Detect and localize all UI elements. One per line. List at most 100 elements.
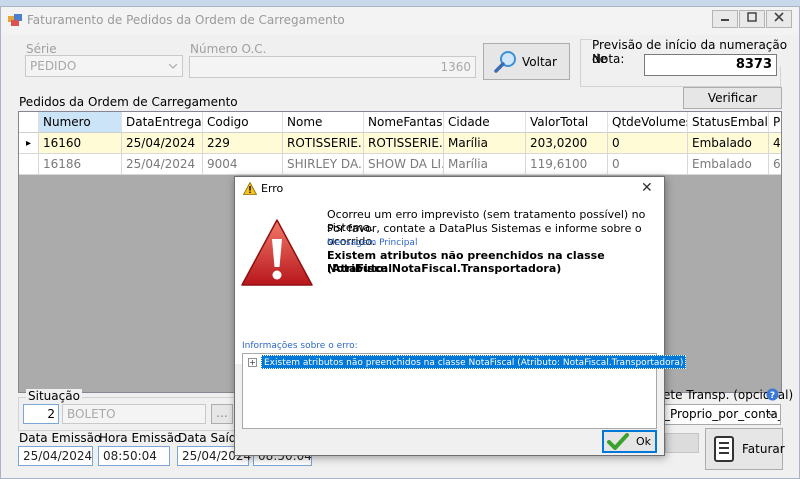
dialog-close-button[interactable]: ✕	[641, 180, 653, 196]
serie-value: PEDIDO	[30, 59, 77, 73]
app-icon	[8, 14, 22, 26]
grid-cell[interactable]: ROTISSERIE...	[283, 133, 364, 154]
transp-value: _Proprio_por_conta_F	[664, 407, 781, 421]
pedidos-label: Pedidos da Ordem de Carregamento	[19, 95, 238, 109]
situacao-code: 2	[47, 407, 55, 421]
svg-text:?: ?	[770, 391, 775, 401]
ok-button[interactable]: Ok	[602, 430, 657, 453]
grid-cell[interactable]: 203,0200	[526, 133, 608, 154]
grid-cell[interactable]: 16160	[39, 133, 122, 154]
close-button[interactable]	[766, 10, 792, 28]
hora-emissao-value: 08:50:04	[103, 449, 157, 463]
grid-cell[interactable]: Marília	[444, 154, 526, 175]
chevron-down-icon	[768, 412, 776, 417]
voltar-button[interactable]: Voltar	[483, 43, 570, 80]
grid-cell[interactable]: 16186	[39, 154, 122, 175]
grid-cell[interactable]: 25/04/2024	[122, 133, 203, 154]
situacao-label: Situação	[26, 389, 82, 403]
invoice-icon	[714, 436, 734, 462]
grid-cell[interactable]: Embalado	[688, 133, 769, 154]
maximize-button[interactable]	[739, 10, 765, 28]
verificar-estoque-button[interactable]: Verificar Estoque	[683, 87, 782, 125]
grid-cell[interactable]: ROTISSERIE...	[364, 133, 444, 154]
chevron-down-icon	[169, 64, 177, 69]
ok-label: Ok	[636, 435, 652, 448]
grid-cell[interactable]: Embalado	[688, 154, 769, 175]
grid-cell[interactable]: 9004	[203, 154, 283, 175]
current-row-marker: ▸	[19, 133, 39, 154]
previsao-label-line2: Nota:	[592, 52, 625, 66]
grid-cell[interactable]: 229	[203, 133, 283, 154]
error-details-tree[interactable]: + Existem atributos não preenchidos na c…	[242, 353, 687, 429]
table-row[interactable]: 16186 25/04/2024 9004 SHIRLEY DA... SHOW…	[19, 154, 781, 175]
column-header-nome[interactable]: Nome	[283, 112, 364, 133]
row-header	[19, 154, 39, 175]
situacao-value: BOLETO	[67, 407, 116, 421]
error-dialog: Erro ✕ Ocorreu um erro imprevisto (sem t…	[234, 176, 687, 456]
hora-emissao-field[interactable]: 08:50:04	[98, 446, 170, 466]
grid-cell[interactable]: Marília	[444, 133, 526, 154]
column-header-dataentrega[interactable]: DataEntrega	[122, 112, 203, 133]
grid-cell[interactable]: 60	[769, 154, 781, 175]
numero-oc-field[interactable]: 1360	[189, 56, 476, 78]
dialog-title-bar: Erro ✕	[235, 177, 664, 201]
grid-cell[interactable]: SHOW DA LI...	[364, 154, 444, 175]
main-message-line2: (Atributo: NotaFiscal.Transportadora)	[327, 262, 562, 275]
column-header-codigo[interactable]: Codigo	[203, 112, 283, 133]
grid-cell[interactable]: 0	[608, 133, 688, 154]
error-triangle-icon	[241, 219, 313, 286]
serie-label: Série	[26, 42, 57, 56]
maximize-icon	[747, 12, 757, 22]
row-header-corner	[19, 112, 39, 133]
grid-header: Numero DataEntrega Codigo Nome NomeFanta…	[19, 112, 781, 133]
main-message-label: Mensagem Principal	[327, 238, 418, 248]
title-bar: Faturamento de Pedidos da Ordem de Carre…	[1, 7, 799, 35]
column-header-numero[interactable]: Numero	[39, 112, 122, 133]
warning-icon	[243, 182, 257, 195]
help-icon[interactable]: ?	[766, 388, 779, 401]
minimize-button[interactable]	[712, 10, 738, 28]
numero-oc-value: 1360	[440, 60, 471, 74]
transp-select[interactable]: _Proprio_por_conta_F	[663, 404, 781, 425]
voltar-label: Voltar	[522, 55, 557, 69]
grid-cell[interactable]: 0	[608, 154, 688, 175]
minimize-icon	[721, 19, 729, 21]
data-emissao-field[interactable]: 25/04/2024	[18, 446, 93, 466]
faturar-label: Faturar	[742, 442, 785, 456]
column-header-p[interactable]: P	[769, 112, 781, 133]
tree-expand-button[interactable]: +	[248, 358, 257, 367]
checkmark-icon	[607, 433, 629, 450]
data-emissao-value: 25/04/2024	[23, 449, 93, 463]
serie-select[interactable]: PEDIDO	[25, 55, 183, 77]
grid-cell[interactable]: 119,6100	[526, 154, 608, 175]
column-header-cidade[interactable]: Cidade	[444, 112, 526, 133]
close-icon	[774, 12, 784, 22]
tree-expand-glyph: +	[249, 358, 256, 367]
column-header-nomefantasia[interactable]: NomeFantasia	[364, 112, 444, 133]
dialog-title: Erro	[261, 182, 284, 195]
tree-item-selected[interactable]: Existem atributos não preenchidos na cla…	[261, 355, 687, 369]
column-header-qtdevolumes[interactable]: QtdeVolumes	[608, 112, 688, 133]
grid-cell[interactable]: 45	[769, 133, 781, 154]
info-label: Informações sobre o erro:	[242, 341, 358, 351]
magnifier-icon	[494, 51, 516, 73]
grid-cell[interactable]: 25/04/2024	[122, 154, 203, 175]
grid-cell[interactable]: SHIRLEY DA...	[283, 154, 364, 175]
hora-emissao-label: Hora Emissão	[99, 431, 182, 445]
situacao-code-field[interactable]: 2	[23, 404, 59, 424]
dialog-body: Ocorreu um erro imprevisto (sem tratamen…	[235, 201, 664, 364]
tree-item-text: Existem atributos não preenchidos na cla…	[264, 358, 684, 368]
situacao-lookup-label: ...	[216, 406, 228, 420]
hidden-field	[665, 433, 699, 453]
previsao-field[interactable]: 8373	[644, 54, 777, 76]
window-title: Faturamento de Pedidos da Ordem de Carre…	[27, 13, 345, 27]
table-row[interactable]: ▸ 16160 25/04/2024 229 ROTISSERIE... ROT…	[19, 133, 781, 154]
column-header-statusembalag[interactable]: StatusEmbalag	[688, 112, 769, 133]
situacao-lookup-button[interactable]: ...	[211, 404, 233, 424]
data-emissao-label: Data Emissão	[19, 431, 102, 445]
faturar-button[interactable]: Faturar	[705, 428, 785, 470]
situacao-value-field: BOLETO	[62, 404, 206, 424]
numero-oc-label: Número O.C.	[190, 42, 267, 56]
previsao-value: 8373	[735, 57, 772, 72]
column-header-valortotal[interactable]: ValorTotal	[526, 112, 608, 133]
